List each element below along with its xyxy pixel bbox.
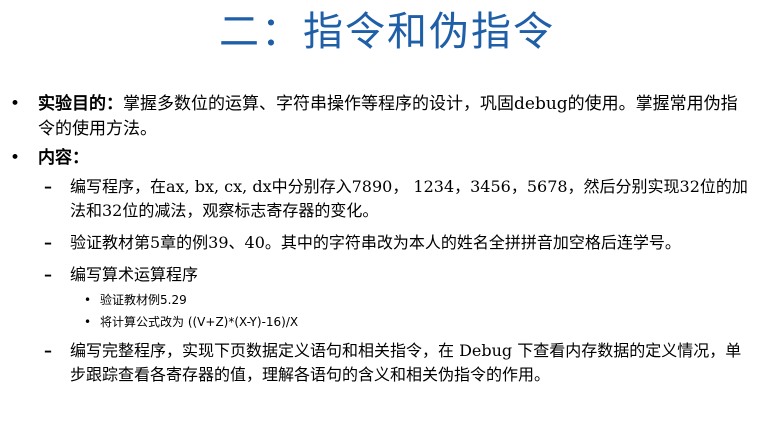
bullet-glyph: • (10, 94, 21, 114)
objective-label: 实验目的： (38, 94, 123, 114)
content-item-text: 编写程序，在ax, bx, cx, dx中分别存入7890， 1234，3456… (70, 177, 748, 220)
dash-glyph: – (44, 177, 52, 196)
content-item-4: – 编写完整程序，实现下页数据定义语句和相关指令，在 Debug 下查看内存数据… (0, 339, 774, 387)
dash-glyph: – (44, 265, 52, 284)
arith-subitem-text: 验证教材例5.29 (100, 293, 187, 307)
content-item-3: – 编写算术运算程序 (0, 263, 774, 287)
bullet-content: • 内容： (0, 146, 774, 171)
sub-bullet-glyph: • (84, 293, 92, 307)
bullet-glyph: • (10, 148, 21, 168)
objective-text: 掌握多数位的运算、字符串操作等程序的设计，巩固debug的使用。掌握常用伪指令的… (38, 94, 738, 139)
dash-glyph: – (44, 341, 52, 360)
slide-content: • 实验目的：掌握多数位的运算、字符串操作等程序的设计，巩固debug的使用。掌… (0, 92, 774, 395)
dash-glyph: – (44, 233, 52, 252)
content-item-text: 验证教材第5章的例39、40。其中的字符串改为本人的姓名全拼拼音加空格后连学号。 (70, 233, 681, 252)
sub-bullet-glyph: • (84, 315, 92, 329)
slide-title: 二：指令和伪指令 (219, 9, 555, 55)
slide: 二：指令和伪指令 • 实验目的：掌握多数位的运算、字符串操作等程序的设计，巩固d… (0, 0, 774, 423)
content-item-text: 编写完整程序，实现下页数据定义语句和相关指令，在 Debug 下查看内存数据的定… (70, 341, 742, 384)
content-item-2: – 验证教材第5章的例39、40。其中的字符串改为本人的姓名全拼拼音加空格后连学… (0, 231, 774, 255)
content-label: 内容： (38, 148, 89, 168)
content-item-1: – 编写程序，在ax, bx, cx, dx中分别存入7890， 1234，34… (0, 175, 774, 223)
bullet-objective: • 实验目的：掌握多数位的运算、字符串操作等程序的设计，巩固debug的使用。掌… (0, 92, 774, 142)
arith-subitem-1: • 验证教材例5.29 (0, 291, 774, 309)
arith-subitem-2: • 将计算公式改为 ((V+Z)*(X-Y)-16)/X (0, 313, 774, 331)
content-item-text: 编写算术运算程序 (70, 265, 199, 284)
arith-subitem-text: 将计算公式改为 ((V+Z)*(X-Y)-16)/X (100, 315, 299, 329)
